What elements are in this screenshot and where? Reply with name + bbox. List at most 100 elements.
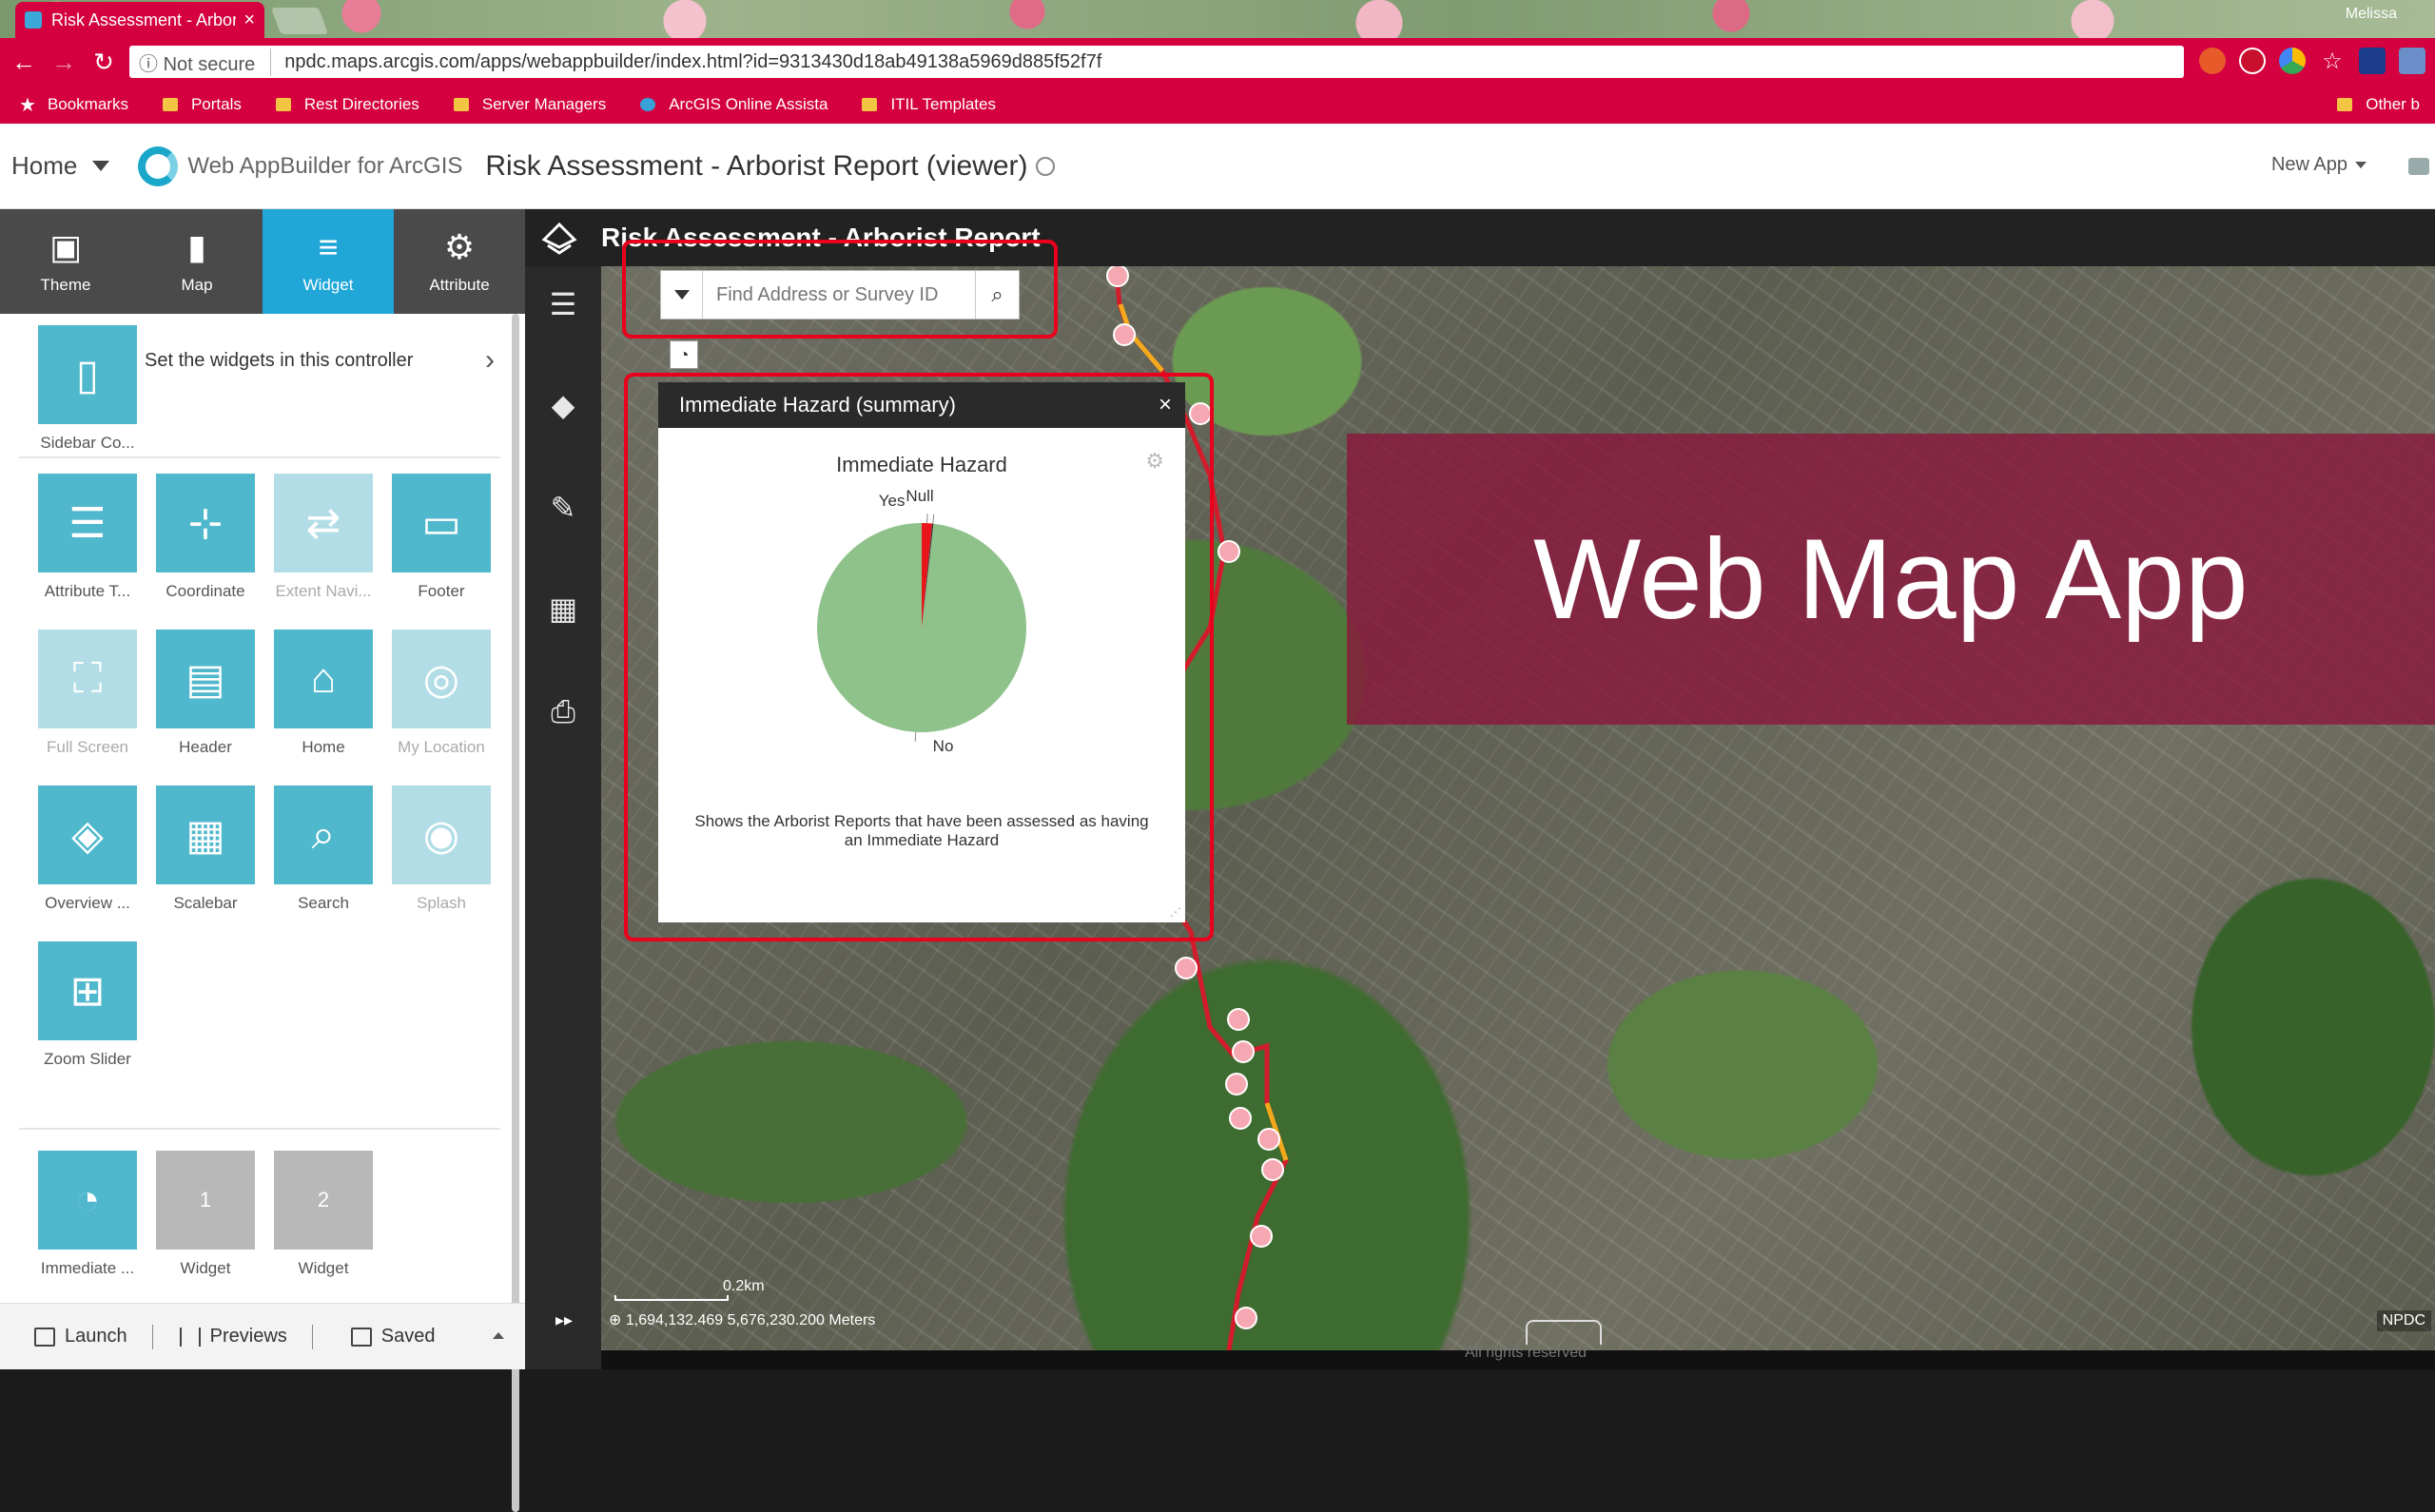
- folder-icon: [453, 98, 469, 111]
- widget-tile-search[interactable]: ⌕: [274, 785, 373, 884]
- user-avatar[interactable]: [2408, 158, 2429, 175]
- extension-shield-icon[interactable]: [2199, 48, 2226, 74]
- star-icon: ★: [19, 94, 36, 116]
- url-text: npdc.maps.arcgis.com/apps/webappbuilder/…: [284, 50, 1102, 72]
- bookmark-other[interactable]: Other b: [2337, 86, 2420, 124]
- overview-icon: ◈: [71, 811, 104, 859]
- theme-icon: ▣: [49, 227, 82, 266]
- search-icon: ⌕: [311, 811, 336, 858]
- tab-close-icon[interactable]: ×: [244, 10, 255, 31]
- chevron-right-icon[interactable]: ›: [485, 344, 495, 377]
- chevron-up-icon[interactable]: [493, 1332, 504, 1339]
- attribute-icon: ⚙: [443, 227, 476, 266]
- placeholder-widget-2[interactable]: 2: [274, 1151, 373, 1250]
- widget-tile-my-location[interactable]: ◎: [392, 630, 491, 728]
- bookmark-star-icon[interactable]: ☆: [2319, 48, 2346, 74]
- attribute-table-toggle[interactable]: [1526, 1320, 1602, 1345]
- tab-attribute[interactable]: ⚙ Attribute: [394, 209, 525, 314]
- browser-tab-active[interactable]: Risk Assessment - Arbori ×: [15, 2, 264, 38]
- extension-drive-icon[interactable]: [2279, 48, 2306, 74]
- widget-tile-coordinate[interactable]: ⊹: [156, 474, 255, 572]
- widget-tile-immediate-hazard[interactable]: ◔: [38, 1151, 137, 1250]
- tab-widget[interactable]: ≡ Widget: [263, 209, 394, 314]
- widget-label: Scalebar: [173, 894, 238, 912]
- divider: [19, 456, 500, 458]
- placeholder-widget-1[interactable]: 1: [156, 1151, 255, 1250]
- home-label: Home: [11, 151, 78, 180]
- scalebar: [614, 1295, 729, 1301]
- basemap-grid-icon[interactable]: ▦: [544, 590, 582, 628]
- new-tab-button[interactable]: [270, 8, 329, 34]
- widget-tile-full-screen[interactable]: ⛶: [38, 630, 137, 728]
- chart-icon: ◔: [74, 1176, 101, 1223]
- widget-tile-footer[interactable]: ▭: [392, 474, 491, 572]
- home-button-icon[interactable]: ◔: [670, 340, 698, 369]
- tab-title: Risk Assessment - Arbori: [51, 10, 237, 29]
- coordinate-icon: ⊹: [187, 499, 224, 547]
- rights-text: All rights reserved: [1465, 1345, 1588, 1361]
- previews-button[interactable]: Previews: [179, 1326, 287, 1347]
- divider: [19, 1128, 500, 1130]
- web-map-app-banner: Web Map App: [1347, 434, 2435, 725]
- bookmark-rest-directories[interactable]: Rest Directories: [275, 95, 419, 114]
- not-secure-label[interactable]: ⓘ Not secure: [139, 48, 272, 76]
- layers-icon[interactable]: ◆: [544, 386, 582, 424]
- profile-name[interactable]: Melissa: [2346, 6, 2397, 23]
- bookmark-server-managers[interactable]: Server Managers: [453, 95, 606, 114]
- address-bar: ← → ↻ ⓘ Not secure npdc.maps.arcgis.com/…: [0, 38, 2435, 86]
- sidebar-controller-tile[interactable]: ▯: [38, 325, 137, 424]
- tab-map-label: Map: [181, 276, 213, 294]
- zoom-slider-icon: ⊞: [69, 967, 106, 1015]
- expand-panel-icon[interactable]: ▸▸: [555, 1310, 573, 1330]
- scalebar-icon: ▦: [185, 811, 225, 859]
- extension-pinterest-icon[interactable]: [2239, 48, 2266, 74]
- widget-tile-overview[interactable]: ◈: [38, 785, 137, 884]
- folder-icon: [2337, 98, 2353, 111]
- info-icon[interactable]: [1035, 156, 1055, 176]
- widget-list: ▯ Sidebar Co... Set the widgets in this …: [0, 314, 525, 1303]
- widget-label: Splash: [417, 894, 466, 912]
- forward-icon[interactable]: →: [48, 46, 80, 78]
- home-menu[interactable]: Home: [11, 151, 110, 181]
- widget-label: Attribute T...: [44, 582, 131, 600]
- back-icon[interactable]: ←: [8, 46, 40, 78]
- bookmark-arcgis-online[interactable]: ArcGIS Online Assista: [640, 95, 828, 114]
- highlight-search-box: [622, 240, 1058, 339]
- placeholder-number: 2: [317, 1188, 330, 1212]
- bookmark-itil-templates[interactable]: ITIL Templates: [862, 95, 996, 114]
- widget-tile-splash[interactable]: ◉: [392, 785, 491, 884]
- widget-label: Coordinate: [166, 582, 245, 600]
- measure-ruler-icon[interactable]: ✎: [544, 489, 582, 527]
- widget-tile-header[interactable]: ▤: [156, 630, 255, 728]
- widget-tile-home[interactable]: ⌂: [274, 630, 373, 728]
- tab-theme[interactable]: ▣ Theme: [0, 209, 131, 314]
- browser-tab-bar: Risk Assessment - Arbori × Melissa: [0, 0, 2435, 38]
- widget-label: Footer: [418, 582, 465, 600]
- widget-label: Widget: [298, 1259, 349, 1277]
- extension-chat-icon[interactable]: [2399, 48, 2425, 74]
- widget-icon: ≡: [318, 227, 339, 266]
- tab-map[interactable]: ▮ Map: [131, 209, 263, 314]
- new-app-button[interactable]: New App: [2271, 154, 2367, 176]
- widget-tile-zoom-slider[interactable]: ⊞: [38, 941, 137, 1040]
- saved-button[interactable]: Saved: [350, 1326, 435, 1347]
- map-widget-toolbar: ☰ ◆ ✎ ▦ ⎙: [525, 266, 601, 1369]
- builder-panel: ▣ Theme ▮ Map ≡ Widget ⚙ Attribute ▯ Sid…: [0, 209, 525, 1512]
- widget-tile-extent-navi[interactable]: ⇄: [274, 474, 373, 572]
- launch-button[interactable]: Launch: [34, 1326, 127, 1347]
- url-field[interactable]: ⓘ Not secure npdc.maps.arcgis.com/apps/w…: [129, 46, 2184, 78]
- widget-tile-scalebar[interactable]: ▦: [156, 785, 255, 884]
- print-icon[interactable]: ⎙: [544, 692, 582, 730]
- reload-icon[interactable]: ↻: [88, 46, 120, 78]
- builder-mode-tabs: ▣ Theme ▮ Map ≡ Widget ⚙ Attribute: [0, 209, 525, 314]
- extent-navi-icon: ⇄: [305, 499, 341, 547]
- folder-icon: [162, 98, 178, 111]
- bookmark-portals[interactable]: Portals: [162, 95, 242, 114]
- sidebar-controller-row[interactable]: ▯ Sidebar Co... Set the widgets in this …: [19, 325, 504, 452]
- legend-list-icon[interactable]: ☰: [544, 285, 582, 323]
- widget-tile-attribute-t[interactable]: ☰: [38, 474, 137, 572]
- extension-blue-icon[interactable]: [2359, 48, 2386, 74]
- bookmark-bookmarks[interactable]: ★ Bookmarks: [19, 93, 128, 117]
- sidebar-controller-text: Set the widgets in this controller: [145, 350, 414, 371]
- widget-label: Home: [302, 738, 345, 756]
